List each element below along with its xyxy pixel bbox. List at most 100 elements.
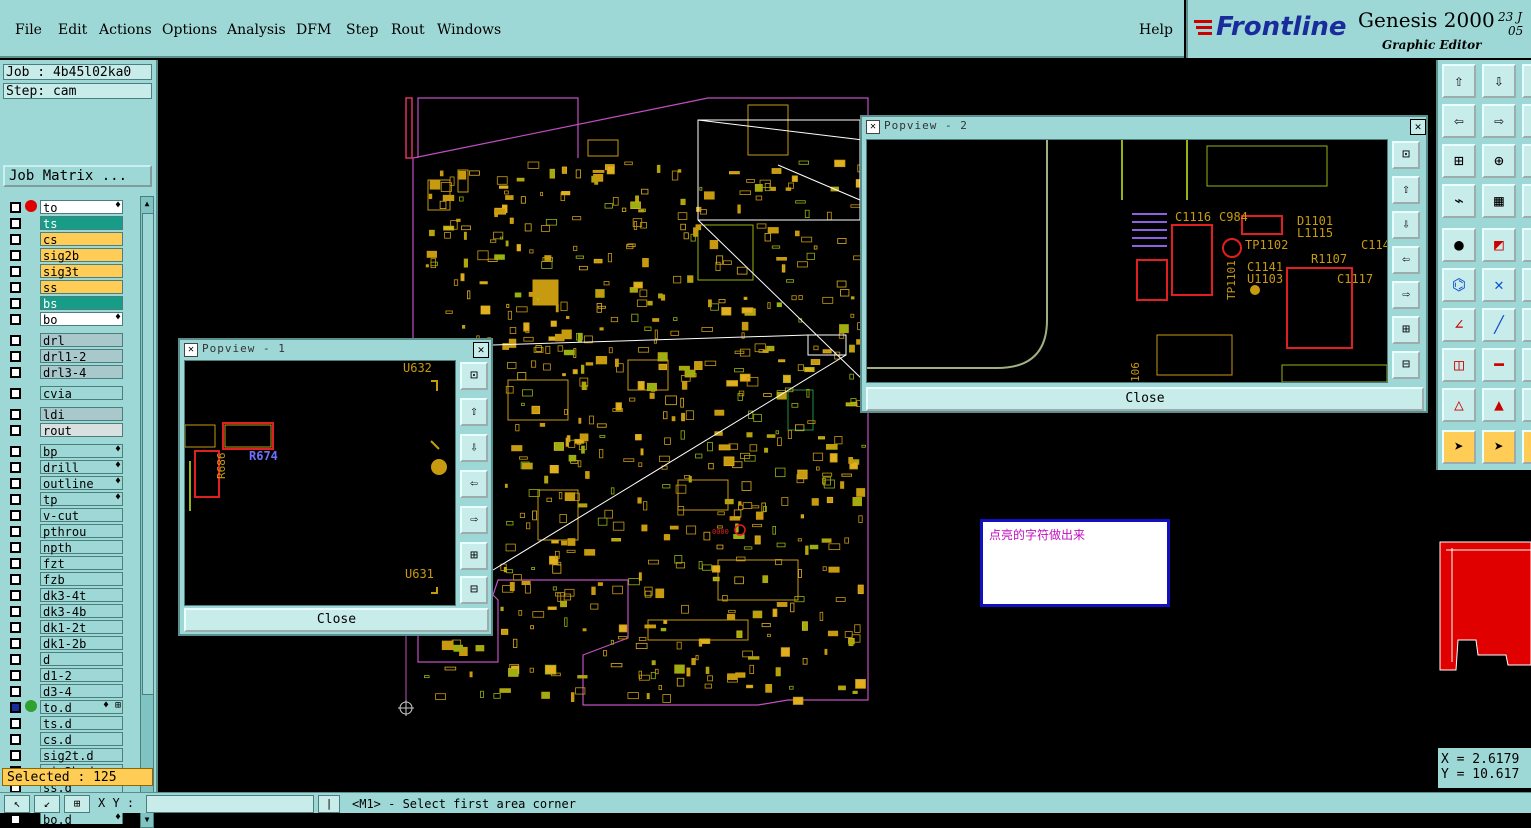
menu-analysis[interactable]: Analysis — [227, 22, 286, 38]
layer-name[interactable]: bo.d — [40, 812, 123, 824]
line-alt-icon[interactable]: ╲ — [1522, 308, 1531, 342]
layer-checkbox[interactable] — [10, 388, 21, 399]
layer-row[interactable]: fzb — [5, 572, 125, 587]
menu-step[interactable]: Step — [346, 22, 378, 38]
layer-checkbox[interactable] — [10, 622, 21, 633]
layer-row[interactable]: fzt — [5, 556, 125, 571]
layer-checkbox[interactable] — [10, 702, 21, 713]
layer-name[interactable]: drl1-2 — [40, 349, 123, 364]
layer-row[interactable]: bo ♦ — [5, 312, 125, 327]
pan-down-icon[interactable]: ⇩ — [1392, 211, 1420, 239]
horizontal-line-icon[interactable]: ━ — [1482, 348, 1516, 382]
job-matrix-button[interactable]: Job Matrix ... — [3, 165, 152, 187]
zoom-out-icon[interactable]: ⊕ — [1482, 144, 1516, 178]
menu-windows[interactable]: Windows — [437, 22, 501, 38]
layer-name[interactable]: ts — [40, 216, 123, 231]
layer-name[interactable]: ldi — [40, 407, 123, 422]
layer-checkbox[interactable] — [10, 558, 21, 569]
layer-row[interactable]: dk1-2t — [5, 620, 125, 635]
layer-name[interactable]: fzb — [40, 572, 123, 587]
pan-vertical-icon[interactable]: ⇳ — [1522, 104, 1531, 138]
layer-name[interactable]: ss — [40, 280, 123, 295]
layer-name[interactable]: ts.d — [40, 716, 123, 731]
menu-dfm[interactable]: DFM — [296, 22, 331, 38]
menu-options[interactable]: Options — [162, 22, 217, 38]
pointer-select-icon[interactable]: ➤ — [1482, 430, 1516, 464]
layer-checkbox[interactable] — [10, 734, 21, 745]
layer-checkbox[interactable] — [10, 638, 21, 649]
layer-name[interactable]: dk1-2b — [40, 636, 123, 651]
zoom-icon[interactable]: ⌖ — [1522, 144, 1531, 178]
layer-checkbox[interactable] — [10, 202, 21, 213]
layer-checkbox[interactable] — [10, 298, 21, 309]
angle-icon[interactable]: ∠ — [1442, 308, 1476, 342]
layer-row[interactable]: bo.d ♦ — [5, 812, 125, 824]
layer-name[interactable]: pthrou — [40, 524, 123, 539]
menu-actions[interactable]: Actions — [99, 22, 152, 38]
layer-checkbox[interactable] — [10, 218, 21, 229]
snap-icon[interactable]: ▣ — [1522, 184, 1531, 218]
popview-1-close-button[interactable]: Close — [184, 608, 489, 632]
layer-row[interactable]: cs.d — [5, 732, 125, 747]
layer-row[interactable]: drl3-4 — [5, 365, 125, 380]
layer-name[interactable]: to — [40, 200, 123, 215]
pan-side-icon[interactable]: ⇵ — [1522, 64, 1531, 98]
layer-row[interactable]: dk1-2b — [5, 636, 125, 651]
layer-name[interactable]: sig3t — [40, 264, 123, 279]
layer-checkbox[interactable] — [10, 367, 21, 378]
pan-up-icon[interactable]: ⇧ — [1442, 64, 1476, 98]
layer-row[interactable]: ldi — [5, 407, 125, 422]
layer-row[interactable]: rout — [5, 423, 125, 438]
window-menu-icon[interactable]: ✕ — [866, 120, 880, 134]
menu-edit[interactable]: Edit — [58, 22, 87, 38]
layer-checkbox[interactable] — [10, 335, 21, 346]
triangle-alt-icon[interactable]: ▲ — [1482, 388, 1516, 422]
layer-checkbox[interactable] — [10, 526, 21, 537]
layer-row[interactable]: ts — [5, 216, 125, 231]
popview-1-view[interactable]: U632 R674 R686 U631 — [184, 360, 456, 606]
zoom-out-icon[interactable]: ⊟ — [460, 576, 488, 604]
popview-2-view[interactable]: C1116 C984 D1101 L1115 TP1102 C114 R1107… — [866, 139, 1388, 383]
popview-1-close-icon[interactable]: ✕ — [473, 342, 489, 358]
popview-1-window[interactable]: Popview - 1 ✕ ✕ U632 R674 R686 U631 ⊡ ⇧ … — [178, 338, 493, 636]
layer-name[interactable]: d1-2 — [40, 668, 123, 683]
layer-row[interactable]: bs — [5, 296, 125, 311]
zoom-out-icon[interactable]: ⊟ — [1392, 351, 1420, 379]
layer-name[interactable]: npth — [40, 540, 123, 555]
layer-checkbox[interactable] — [10, 606, 21, 617]
layer-checkbox[interactable] — [10, 654, 21, 665]
layer-row[interactable]: drl1-2 — [5, 349, 125, 364]
layer-checkbox[interactable] — [10, 510, 21, 521]
grid-icon[interactable]: ▦ — [1482, 184, 1516, 218]
layer-name[interactable]: outline — [40, 476, 123, 491]
layer-checkbox[interactable] — [10, 478, 21, 489]
layer-checkbox[interactable] — [10, 494, 21, 505]
pointer-alt-icon[interactable]: ▢ — [1522, 430, 1531, 464]
layer-name[interactable]: v-cut — [40, 508, 123, 523]
layer-row[interactable]: sig3t — [5, 264, 125, 279]
layer-row[interactable]: drl — [5, 333, 125, 348]
select-feature-icon[interactable]: ● — [1442, 228, 1476, 262]
layer-name[interactable]: cs — [40, 232, 123, 247]
layer-scrollbar[interactable]: ▲ ▼ — [140, 196, 154, 828]
layer-row[interactable]: to ♦ — [5, 200, 125, 215]
select-mode-icon[interactable]: ↖ — [4, 795, 30, 813]
pan-left-icon[interactable]: ⇦ — [1392, 246, 1420, 274]
zoom-in-icon[interactable]: ⊞ — [1392, 316, 1420, 344]
pan-right-icon[interactable]: ⇨ — [460, 506, 488, 534]
menu-file[interactable]: File — [15, 22, 42, 38]
layer-checkbox[interactable] — [10, 542, 21, 553]
layer-row[interactable]: ss — [5, 280, 125, 295]
layer-checkbox[interactable] — [10, 718, 21, 729]
layer-row[interactable]: ts.d — [5, 716, 125, 731]
select-area-icon[interactable]: ◩ — [1482, 228, 1516, 262]
layer-row[interactable]: dk3-4t — [5, 588, 125, 603]
layer-checkbox[interactable] — [10, 590, 21, 601]
layer-checkbox[interactable] — [10, 234, 21, 245]
layer-row[interactable]: cs — [5, 232, 125, 247]
layer-row[interactable]: tp ♦ — [5, 492, 125, 507]
layer-name[interactable]: sig2t.d — [40, 748, 123, 763]
layer-name[interactable]: d — [40, 652, 123, 667]
layer-name[interactable]: bp — [40, 444, 123, 459]
layer-row[interactable]: pthrou — [5, 524, 125, 539]
